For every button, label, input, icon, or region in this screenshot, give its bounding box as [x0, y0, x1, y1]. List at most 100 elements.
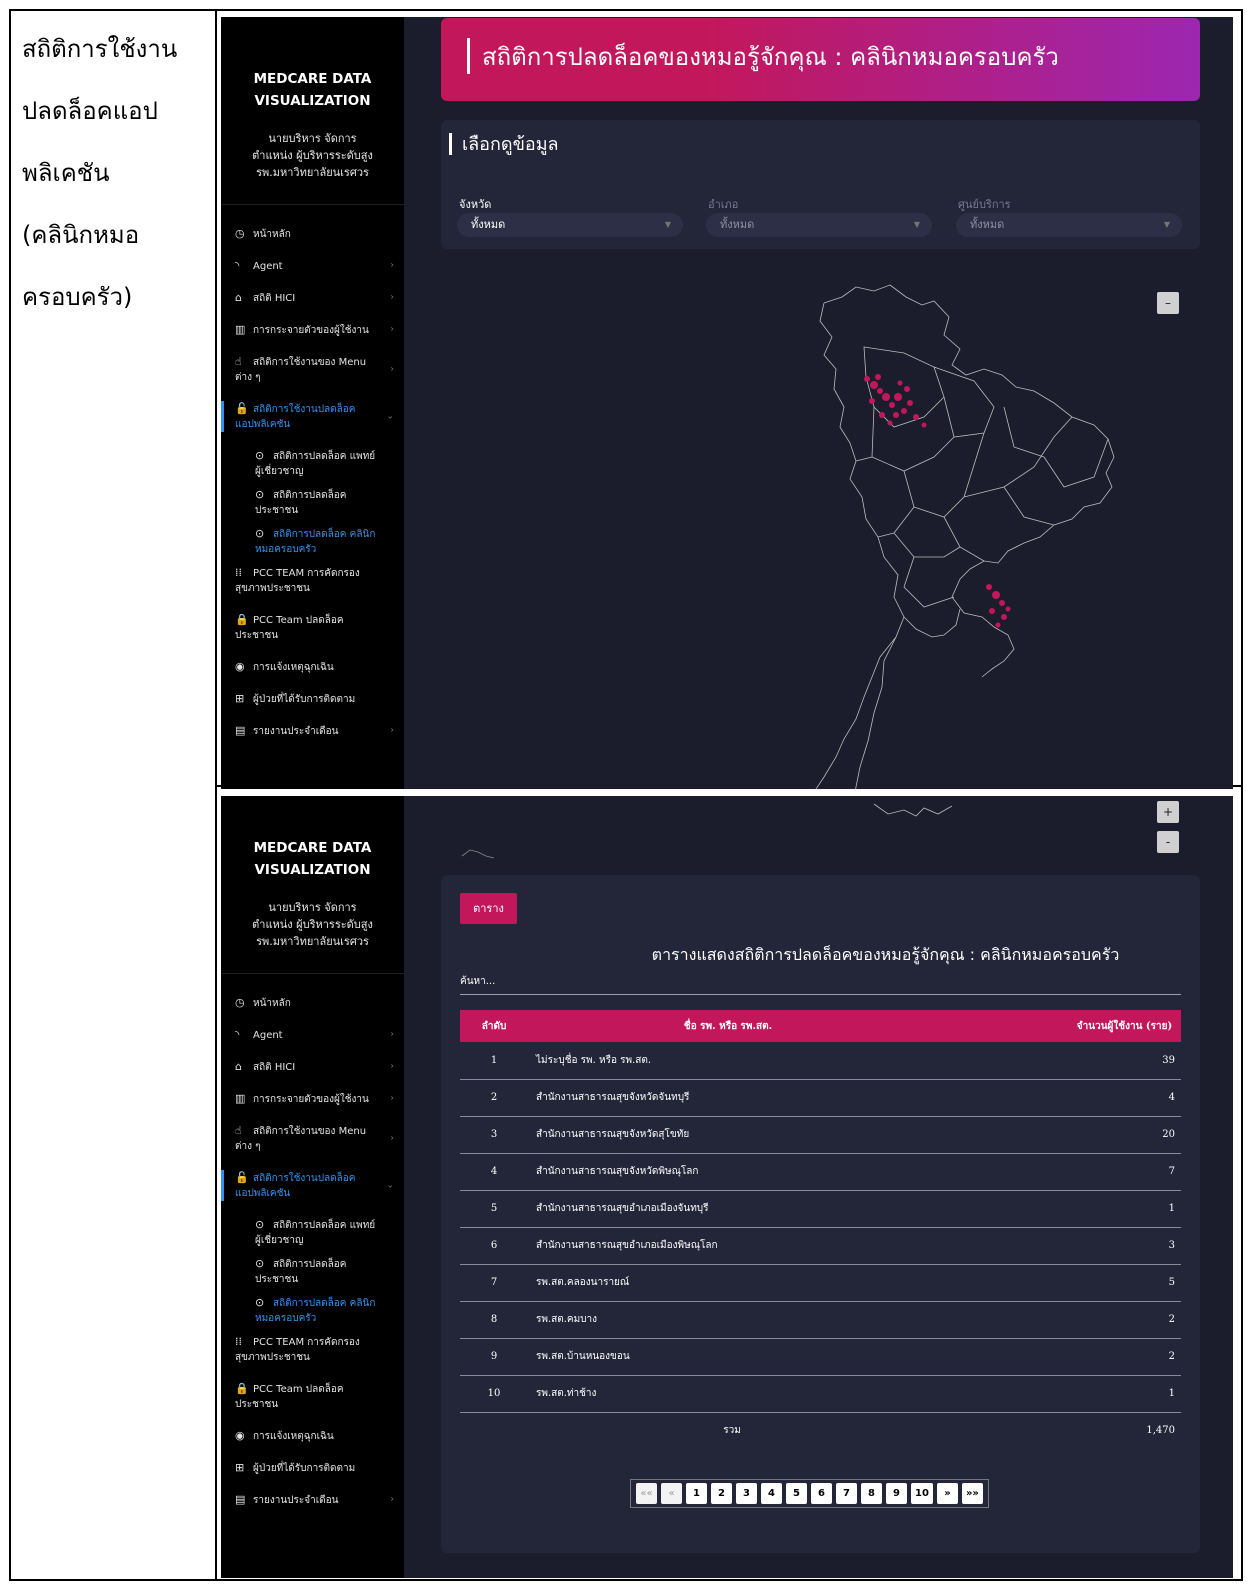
sidebar-item[interactable]: ⊙ สถิติการปลดล็อค แพทย์ผู้เชี่ยวชาญ [221, 1217, 404, 1248]
main-content: สถิติการปลดล็อคของหมอรู้จักคุณ : คลินิกห… [404, 17, 1233, 789]
district-select[interactable]: ทั้งหมด ▼ [706, 213, 932, 237]
sidebar-item[interactable]: ◉ การแจ้งเหตุฉุกเฉิน [221, 659, 404, 675]
map-point [913, 414, 919, 420]
cell-name: ไม่ระบุชื่อ รพ. หรือ รพ.สต. [528, 1042, 928, 1080]
map-collapse-button[interactable]: – [1157, 292, 1179, 314]
sidebar-item[interactable]: ⊙ สถิติการปลดล็อค แพทย์ผู้เชี่ยวชาญ [221, 448, 404, 479]
page-button[interactable]: 4 [761, 1483, 782, 1504]
sidebar-item-label: สถิติ HICI [253, 293, 296, 304]
page-button[interactable]: 5 [786, 1483, 807, 1504]
chevron-right-icon: › [390, 1133, 394, 1143]
page-button[interactable]: 2 [711, 1483, 732, 1504]
province-select[interactable]: ทั้งหมด ▼ [457, 213, 683, 237]
sidebar-item[interactable]: 🔓 สถิติการใช้งานปลดล็อค แอปพลิเคชัน ⌄ [221, 1170, 404, 1201]
tab-table[interactable]: ตาราง [460, 893, 517, 924]
column-header-order[interactable]: ลำดับ [460, 1010, 528, 1042]
file-icon: ▤ [235, 724, 246, 737]
page-button[interactable]: «« [636, 1483, 657, 1504]
pagination: «« «1 2 3 4 5 6 7 8 9 10»»» [630, 1479, 989, 1508]
table-row: 1 ไม่ระบุชื่อ รพ. หรือ รพ.สต. 39 [460, 1042, 1181, 1080]
map-point [907, 400, 913, 406]
sidebar-item[interactable]: ☝ สถิติการใช้งานของ Menu ต่าง ๆ › [221, 354, 404, 385]
sidebar-item[interactable]: ◝ Agent › [221, 258, 404, 274]
service-center-value: ทั้งหมด [970, 218, 1005, 231]
user-name: นายบริหาร จัดการ [268, 132, 357, 145]
page-button[interactable]: 1 [686, 1483, 707, 1504]
sidebar-item-label: สถิติการใช้งานปลดล็อค แอปพลิเคชัน [235, 404, 356, 430]
page-button[interactable]: 8 [861, 1483, 882, 1504]
cell-users: 20 [928, 1116, 1181, 1154]
map-point [870, 381, 878, 389]
sidebar-item[interactable]: ⊙ สถิติการปลดล็อค ประชาชน [221, 1256, 404, 1287]
sidebar: MEDCARE DATA VISUALIZATION นายบริหาร จัด… [221, 796, 404, 1578]
table-header-row: ลำดับ ชื่อ รพ. หรือ รพ.สต. จำนวนผู้ใช้งา… [460, 1010, 1181, 1042]
sidebar-item-label: การแจ้งเหตุฉุกเฉิน [253, 1431, 334, 1442]
podcast-icon: ◉ [235, 1429, 245, 1442]
page-title: สถิติการปลดล็อคของหมอรู้จักคุณ : คลินิกห… [482, 43, 1059, 71]
sidebar-item[interactable]: 🔒 PCC Team ปลดล็อค ประชาชน [221, 612, 404, 643]
sidebar-item[interactable]: ▤ รายงานประจำเดือน › [221, 1492, 404, 1508]
page-button[interactable]: 3 [736, 1483, 757, 1504]
sidebar-item[interactable]: ⊙ สถิติการปลดล็อค คลินิกหมอครอบครัว [221, 1295, 404, 1326]
sidebar-item-label: PCC TEAM การคัดกรองสุขภาพประชาชน [235, 1337, 360, 1363]
page-title-banner: สถิติการปลดล็อคของหมอรู้จักคุณ : คลินิกห… [441, 18, 1200, 101]
sidebar-divider [221, 973, 404, 974]
table-row: 9 รพ.สต.บ้านหนองขอน 2 [460, 1338, 1181, 1376]
map-point [986, 584, 992, 590]
cell-order: 5 [460, 1190, 528, 1228]
sidebar-item-label: สถิติการใช้งานของ Menu ต่าง ๆ [235, 357, 367, 383]
dashboard-icon: ◷ [235, 227, 245, 240]
thailand-map-bottom[interactable] [404, 796, 1233, 866]
page-button[interactable]: 10 [911, 1483, 933, 1504]
medkit-icon: ⊞ [235, 1461, 245, 1474]
sidebar-item[interactable]: ◷ หน้าหลัก [221, 995, 404, 1011]
sidebar-item[interactable]: ◷ หน้าหลัก [221, 226, 404, 242]
sidebar-item[interactable]: ⊙ สถิติการปลดล็อค คลินิกหมอครอบครัว [221, 526, 404, 557]
map-point [1001, 614, 1007, 620]
cell-name: สำนักงานสาธารณสุขจังหวัดจันทบุรี [528, 1079, 928, 1117]
page-button[interactable]: » [936, 1483, 958, 1504]
sidebar-item-label: สถิติการใช้งานปลดล็อค แอปพลิเคชัน [235, 1173, 356, 1199]
sidebar-menu: ◷ หน้าหลัก ◝ Agent › ⌂ สถิติ HICI › ▥ การกระจายตั… [221, 995, 404, 1524]
page-button[interactable]: « [661, 1483, 682, 1504]
brand-title: MEDCARE DATA VISUALIZATION [221, 68, 404, 112]
sidebar-item[interactable]: ◉ การแจ้งเหตุฉุกเฉิน [221, 1428, 404, 1444]
thailand-map[interactable] [404, 257, 1233, 789]
sidebar-item[interactable]: ⊙ สถิติการปลดล็อค ประชาชน [221, 487, 404, 518]
service-center-select[interactable]: ทั้งหมด ▼ [956, 213, 1182, 237]
page-button[interactable]: 6 [811, 1483, 832, 1504]
page-button[interactable]: 9 [886, 1483, 907, 1504]
cell-order: 2 [460, 1079, 528, 1117]
circle-dot-icon: ⊙ [255, 488, 265, 501]
sidebar-item[interactable]: ▥ การกระจายตัวของผู้ใช้งาน › [221, 1091, 404, 1107]
sidebar-item-label: หน้าหลัก [253, 998, 291, 1009]
column-header-users[interactable]: จำนวนผู้ใช้งาน (ราย) [928, 1010, 1181, 1042]
screenshot-table-view: MEDCARE DATA VISUALIZATION นายบริหาร จัด… [221, 796, 1233, 1578]
sidebar-item[interactable]: 🔓 สถิติการใช้งานปลดล็อค แอปพลิเคชัน ⌄ [221, 401, 404, 432]
sidebar-item[interactable]: 🔒 PCC Team ปลดล็อค ประชาชน [221, 1381, 404, 1412]
cell-order: 9 [460, 1338, 528, 1376]
sidebar-item[interactable]: ⌂ สถิติ HICI › [221, 290, 404, 306]
cell-name: รพ.สต.ท่าช้าง [528, 1375, 928, 1413]
cell-name: สำนักงานสาธารณสุขจังหวัดพิษณุโลก [528, 1153, 928, 1191]
sidebar-item[interactable]: ▥ การกระจายตัวของผู้ใช้งาน › [221, 322, 404, 338]
sidebar-item[interactable]: ◝ Agent › [221, 1027, 404, 1043]
zoom-in-button[interactable]: + [1157, 801, 1179, 823]
sidebar-item[interactable]: ☝ สถิติการใช้งานของ Menu ต่าง ๆ › [221, 1123, 404, 1154]
page-button[interactable]: 7 [836, 1483, 857, 1504]
page-button[interactable]: »» [961, 1483, 983, 1504]
column-header-name[interactable]: ชื่อ รพ. หรือ รพ.สต. [528, 1010, 928, 1042]
sidebar-item[interactable]: ⁞⁞ PCC TEAM การคัดกรองสุขภาพประชาชน [221, 565, 404, 596]
east-gulf-outline [951, 578, 1015, 678]
sidebar-item[interactable]: ⌂ สถิติ HICI › [221, 1059, 404, 1075]
cell-users: 2 [928, 1338, 1181, 1376]
search-input[interactable]: ค้นหา... [460, 974, 495, 989]
sidebar-item[interactable]: ⊞ ผู้ป่วยที่ได้รับการติดตาม [221, 691, 404, 707]
sidebar-item[interactable]: ⊞ ผู้ป่วยที่ได้รับการติดตาม [221, 1460, 404, 1476]
cell-order: 4 [460, 1153, 528, 1191]
sidebar-item[interactable]: ⁞⁞ PCC TEAM การคัดกรองสุขภาพประชาชน [221, 1334, 404, 1365]
caption-line: ปลดล็อคแอป [22, 97, 158, 125]
lock-icon: 🔒 [235, 1382, 249, 1395]
sidebar-item[interactable]: ▤ รายงานประจำเดือน › [221, 723, 404, 739]
zoom-out-button[interactable]: - [1157, 831, 1179, 853]
